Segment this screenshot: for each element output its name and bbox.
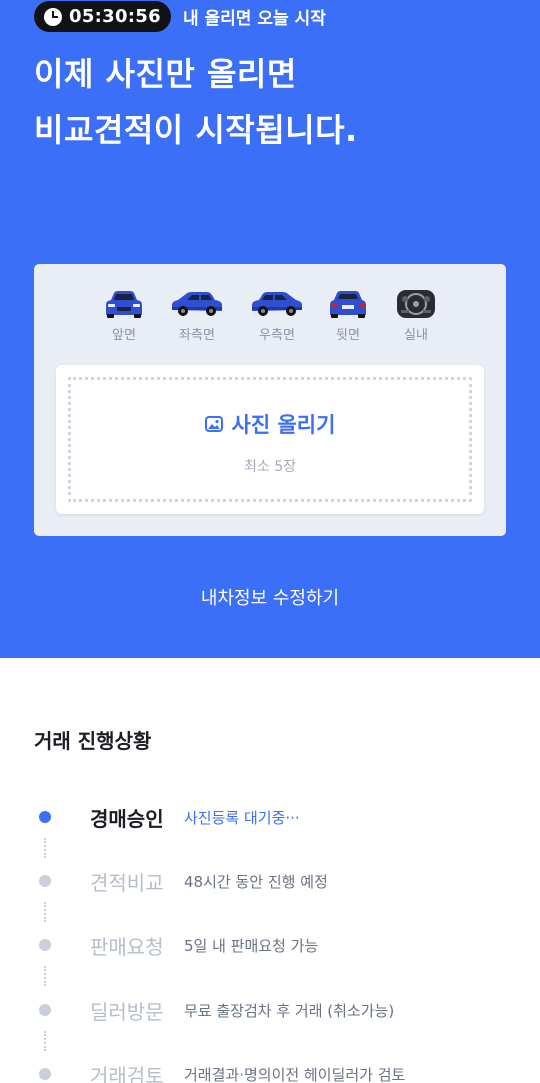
headline-line-1: 이제 사진만 올리면 [34, 55, 297, 93]
upload-button-label: 사진 올리기 [231, 413, 336, 437]
photo-angle-guide: 앞면 좌측면 우측면 뒷면 실내 [62, 290, 482, 350]
step-desc: 5일 내 판매요청 가능 [184, 937, 319, 955]
step-auction-approval: 경매승인 사진등록 대기중··· [0, 790, 540, 840]
hero-section: 05:30:56 내 올리면 오늘 시작 이제 사진만 올리면 비교견적이 시작… [0, 0, 540, 658]
angle-interior: 실내 [386, 290, 446, 343]
step-sale-request: 판매요청 5일 내 판매요청 가능 [0, 918, 540, 968]
car-interior-icon [397, 290, 435, 318]
photo-upload-area[interactable]: 사진 올리기 최소 5장 [56, 365, 484, 514]
timer-note: 내 올리면 오늘 시작 [182, 9, 326, 29]
timer-row: 05:30:56 내 올리면 오늘 시작 [34, 1, 326, 32]
angle-front: 앞면 [94, 290, 154, 343]
step-dot [39, 1004, 51, 1016]
step-desc: 48시간 동안 진행 예정 [184, 873, 328, 891]
step-quote-comparison: 견적비교 48시간 동안 진행 예정 [0, 854, 540, 904]
car-right-side-icon [252, 292, 302, 316]
dashed-border [68, 377, 472, 502]
step-dot [39, 939, 51, 951]
progress-title: 거래 진행상황 [34, 729, 152, 753]
angle-left: 좌측면 [166, 290, 228, 343]
clock-icon [44, 7, 62, 26]
car-left-side-icon [172, 292, 222, 316]
angle-label-left: 좌측면 [179, 328, 215, 343]
step-name: 견적비교 [90, 871, 164, 895]
angle-label-interior: 실내 [404, 328, 428, 343]
step-transaction-review: 거래검토 거래결과·명의이전 헤이딜러가 검토 [0, 1047, 540, 1083]
step-dot [39, 1068, 51, 1080]
image-icon [204, 416, 223, 432]
car-rear-icon [330, 291, 366, 318]
step-desc: 사진등록 대기중··· [184, 809, 300, 827]
angle-label-rear: 뒷면 [336, 328, 360, 343]
step-name: 경매승인 [90, 807, 164, 831]
step-dealer-visit: 딜러방문 무료 출장검차 후 거래 (취소가능) [0, 983, 540, 1033]
page-title: 이제 사진만 올리면 비교견적이 시작됩니다. [34, 46, 358, 158]
upload-minimum-note: 최소 5장 [244, 459, 296, 475]
angle-label-right: 우측면 [259, 328, 295, 343]
car-front-icon [106, 291, 142, 318]
step-desc: 거래결과·명의이전 헤이딜러가 검토 [184, 1066, 406, 1083]
edit-car-info-link[interactable]: 내차정보 수정하기 [0, 584, 540, 610]
step-dot-active [39, 811, 51, 823]
angle-rear: 뒷면 [318, 290, 378, 343]
step-name: 판매요청 [90, 935, 164, 959]
step-desc: 무료 출장검차 후 거래 (취소가능) [184, 1002, 395, 1020]
angle-right: 우측면 [246, 290, 308, 343]
countdown-time: 05:30:56 [69, 6, 161, 27]
step-dot [39, 875, 51, 887]
step-name: 거래검토 [90, 1064, 164, 1083]
angle-label-front: 앞면 [112, 328, 136, 343]
upload-photo-button[interactable]: 사진 올리기 [56, 409, 484, 439]
step-name: 딜러방문 [90, 1000, 164, 1024]
timer-badge: 05:30:56 [34, 1, 171, 32]
headline-line-2: 비교견적이 시작됩니다. [34, 111, 358, 149]
